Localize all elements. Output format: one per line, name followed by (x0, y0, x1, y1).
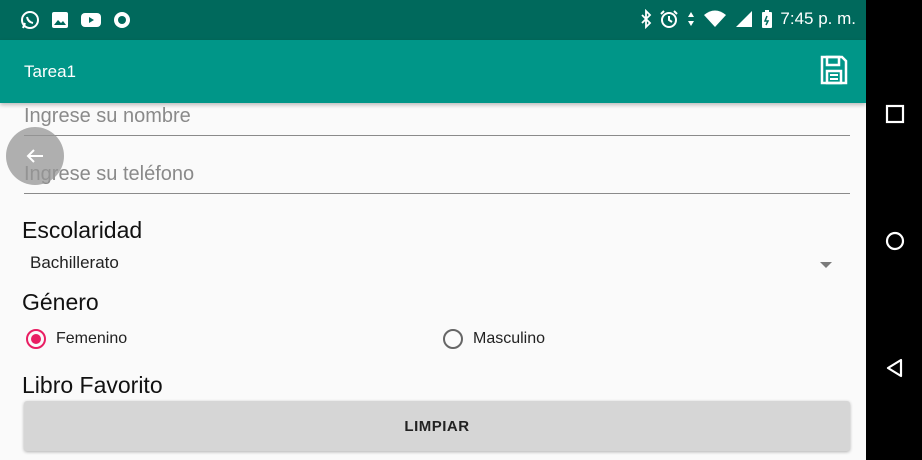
data-arrows-icon (688, 12, 695, 26)
battery-icon (762, 10, 773, 28)
education-label: Escolaridad (22, 217, 143, 243)
gallery-icon (52, 12, 68, 28)
radio-femenino-label: Femenino (56, 330, 128, 347)
gender-label: Género (22, 289, 99, 315)
home-circle-icon[interactable] (885, 231, 905, 251)
status-bar-notification-icons (20, 10, 132, 30)
education-value: Bachillerato (30, 253, 119, 272)
arrow-left-icon (26, 149, 43, 163)
alarm-icon (660, 10, 679, 28)
form-content: Escolaridad Bachillerato Género Femenino… (0, 103, 866, 460)
education-spinner[interactable]: Bachillerato (22, 250, 834, 278)
wifi-icon (704, 10, 727, 27)
radio-femenino[interactable]: Femenino (26, 329, 127, 349)
name-input[interactable] (24, 105, 850, 128)
name-field-container (24, 103, 850, 136)
radio-masculino[interactable]: Masculino (443, 329, 545, 349)
navigation-bar (866, 0, 922, 460)
favorite-book-label: Libro Favorito (22, 372, 163, 398)
status-bar-system-icons: 7:45 p. m. (640, 9, 856, 29)
phone-input[interactable] (24, 163, 850, 186)
back-fab[interactable] (6, 127, 64, 185)
whatsapp-icon (21, 11, 39, 29)
phone-field-container (24, 163, 850, 194)
radio-masculino-label: Masculino (473, 330, 546, 347)
save-icon[interactable] (820, 55, 848, 85)
radio-checked-icon (26, 329, 46, 349)
dropdown-arrow-icon (820, 262, 832, 268)
signal-icon (736, 11, 753, 27)
bluetooth-icon (641, 9, 652, 29)
status-time: 7:45 p. m. (780, 9, 856, 28)
back-triangle-icon[interactable] (885, 358, 905, 378)
youtube-icon (81, 13, 101, 27)
clear-button[interactable]: LIMPIAR (24, 401, 850, 451)
recents-square-icon[interactable] (885, 104, 905, 124)
radio-unchecked-icon (443, 329, 463, 349)
app-title: Tarea1 (24, 62, 76, 81)
app-bar: Tarea1 (0, 40, 866, 103)
status-bar: 7:45 p. m. (0, 0, 866, 40)
circle-app-icon (114, 12, 130, 28)
